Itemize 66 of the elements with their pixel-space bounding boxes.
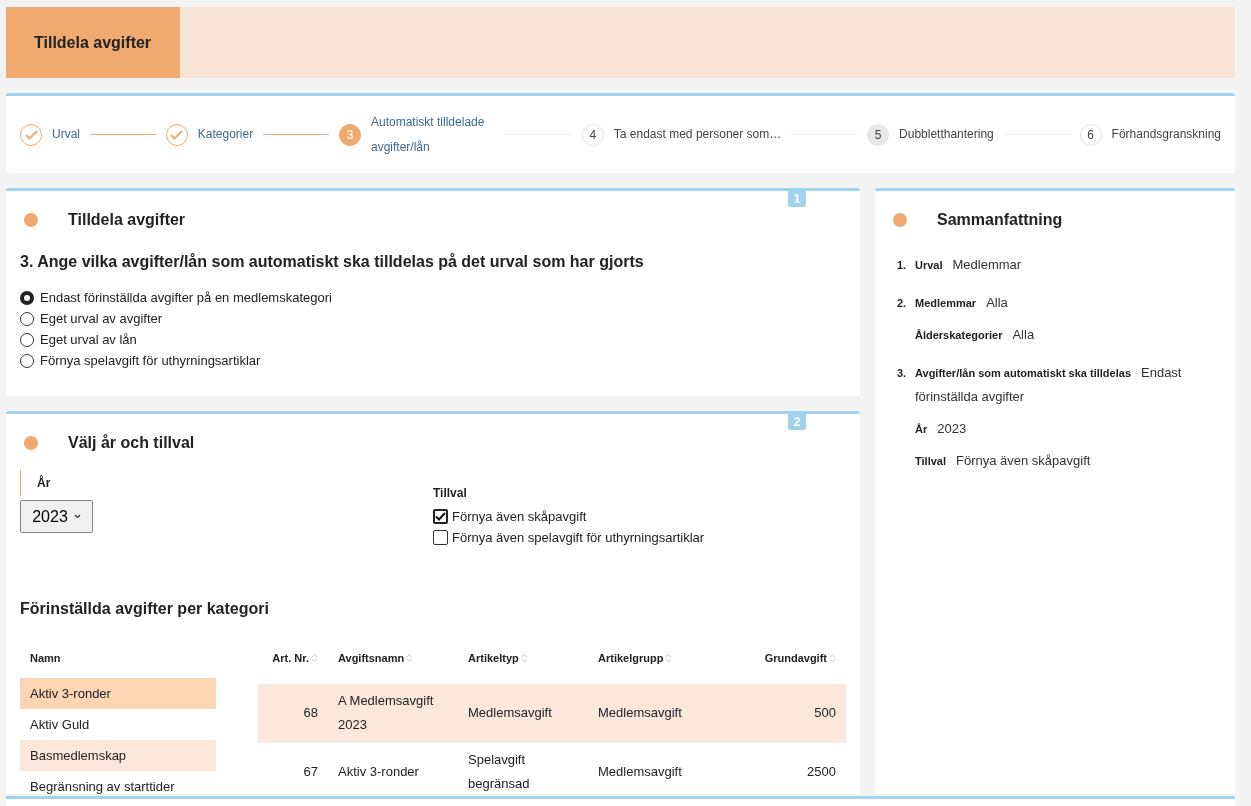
chevron-icon [73, 514, 81, 519]
step-circle[interactable]: 6 [1079, 123, 1102, 146]
category-item[interactable]: Begränsning av starttider [20, 771, 216, 794]
section-title: Välj år och tillval [68, 434, 195, 452]
table-cell: 500 [748, 684, 846, 743]
step-label[interactable]: Dubbletthantering [899, 122, 994, 147]
year-select[interactable]: 2023 [20, 500, 93, 533]
step-number: 6 [1087, 127, 1094, 142]
summary-title: Sammanfattning [937, 211, 1063, 229]
table-cell: Medlemsavgift [588, 684, 748, 743]
step-label[interactable]: Automatiskt tilldelade avgifter/lån [371, 109, 496, 160]
step-label[interactable]: Förhandsgranskning [1111, 122, 1221, 147]
dot-icon [893, 213, 907, 227]
sort-icon [520, 653, 528, 663]
checkbox-option[interactable]: Förnya även spelavgift för uthyrningsartiklar [433, 527, 705, 548]
summary-entry: Tillval Förnya även skåpavgift [915, 452, 1092, 470]
category-item[interactable]: Aktiv 3-ronder [20, 678, 216, 709]
step-label[interactable]: Urval [52, 122, 80, 147]
column-header[interactable]: Avgiftsnamn [328, 638, 458, 678]
column-header[interactable]: Grundavgift [748, 638, 846, 678]
summary-entry: År 2023 [915, 420, 968, 438]
item-number: 2. [897, 296, 908, 311]
sort-icon [311, 653, 318, 663]
section-title: Tilldela avgifter [68, 211, 186, 229]
step-label[interactable]: Ta endast med personer som… [613, 122, 782, 147]
question-text: 3. Ange vilka avgifter/lån som automatiskt ska tilldelas på det urval som har gjorts [20, 253, 645, 271]
step-number: 5 [874, 127, 882, 142]
section-badge: 1 [788, 191, 806, 207]
table-cell: Medlemsavgift [458, 684, 588, 743]
column-header[interactable]: Artikeltyp [458, 638, 588, 678]
item-number: 3. [897, 366, 908, 381]
step-label[interactable]: Kategorier [197, 122, 254, 147]
column-header[interactable]: Art. Nr. [258, 638, 328, 678]
summary-entry: Urval Medlemmar [915, 256, 1023, 274]
field-label: Tillval [433, 485, 468, 502]
category-item[interactable]: Aktiv Guld [20, 709, 216, 740]
step-circle[interactable]: 4 [581, 123, 604, 146]
sort-icon [665, 653, 673, 663]
table-cell: A Medlemsavgift 2023 [328, 684, 458, 743]
sort-icon [829, 653, 836, 663]
dot-icon [24, 436, 38, 450]
table-title: Förinställda avgifter per kategori [20, 600, 270, 618]
category-item[interactable]: Basmedlemskap [20, 740, 216, 771]
step-number: 4 [589, 127, 597, 142]
summary-entry: Ålderskategorier Alla [915, 326, 1036, 344]
column-header: Namn [29, 651, 62, 666]
item-number: 1. [897, 258, 908, 273]
field-label: År [20, 470, 433, 496]
page-title: Tilldela avgifter [6, 7, 180, 78]
sort-icon [406, 653, 414, 663]
checkbox-option[interactable]: Förnya även skåpavgift [433, 506, 705, 527]
radio-option[interactable]: Eget urval av avgifter [6, 308, 860, 329]
section-badge: 2 [788, 414, 806, 430]
radio-option[interactable]: Eget urval av lån [6, 329, 860, 350]
summary-entry: Medlemmar Alla [915, 294, 1009, 312]
step-circle[interactable] [20, 123, 42, 146]
radio-option[interactable]: Endast förinställda avgifter på en medlemskategori [6, 287, 860, 308]
column-header[interactable]: Artikelgrupp [588, 638, 748, 678]
radio-option[interactable]: Förnya spelavgift för uthyrningsartiklar [6, 350, 860, 371]
step-circle[interactable] [165, 123, 188, 146]
table-cell: 68 [258, 684, 328, 743]
dot-icon [24, 213, 38, 227]
summary-entry: Avgifter/lån som automatiskt ska tilldelas Endast förinställda avgifter [915, 364, 1183, 406]
step-number: 3 [346, 127, 354, 142]
check-icon [435, 512, 446, 521]
step-circle[interactable]: 5 [867, 123, 890, 146]
